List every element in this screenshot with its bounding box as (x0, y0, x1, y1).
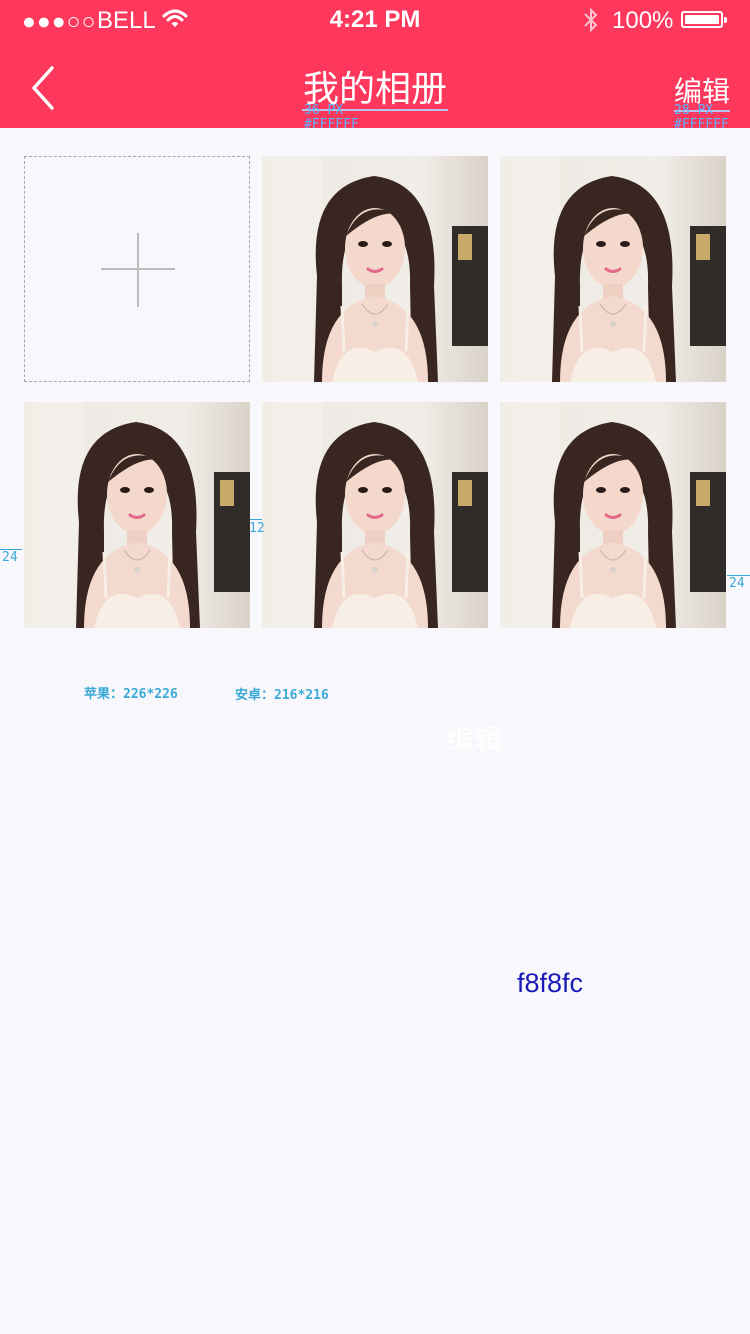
battery-percentage: 100% (612, 7, 674, 34)
android-size-spec: 安卓：216*216 (235, 688, 329, 703)
photo-thumbnail[interactable] (262, 156, 488, 382)
page-title: 我的相册 (301, 68, 448, 111)
gap-label: 12 (249, 521, 265, 536)
portrait-image (500, 402, 726, 628)
photo-thumbnail[interactable] (262, 402, 488, 628)
portrait-image (24, 402, 250, 628)
edit-font-spec: 28 PX #FFFFFF (674, 103, 729, 132)
plus-icon (101, 233, 175, 307)
gap-marker (250, 519, 262, 520)
bluetooth-icon (582, 7, 600, 38)
navigation-header: ●●●○○ BELL 4:21 PM 100% 我的相册 编辑 36 PX #F… (0, 0, 750, 132)
portrait-image (262, 402, 488, 628)
title-font-spec: 36 PX #FFFFFF (304, 103, 359, 132)
edit-text-sample: 编辑 (446, 724, 503, 755)
status-bar: ●●●○○ BELL 4:21 PM 100% (0, 0, 750, 40)
photo-thumbnail[interactable] (500, 402, 726, 628)
add-photo-button[interactable] (24, 156, 250, 382)
battery-icon (681, 11, 727, 28)
margin-left-label: 24 (2, 550, 18, 565)
background-color-label: f8f8fc (517, 968, 584, 998)
margin-right-label: 24 (729, 576, 745, 591)
portrait-image (500, 156, 726, 382)
photo-thumbnail[interactable] (500, 156, 726, 382)
photo-thumbnail[interactable] (24, 402, 250, 628)
portrait-image (262, 156, 488, 382)
ios-size-spec: 苹果：226*226 (84, 687, 178, 702)
